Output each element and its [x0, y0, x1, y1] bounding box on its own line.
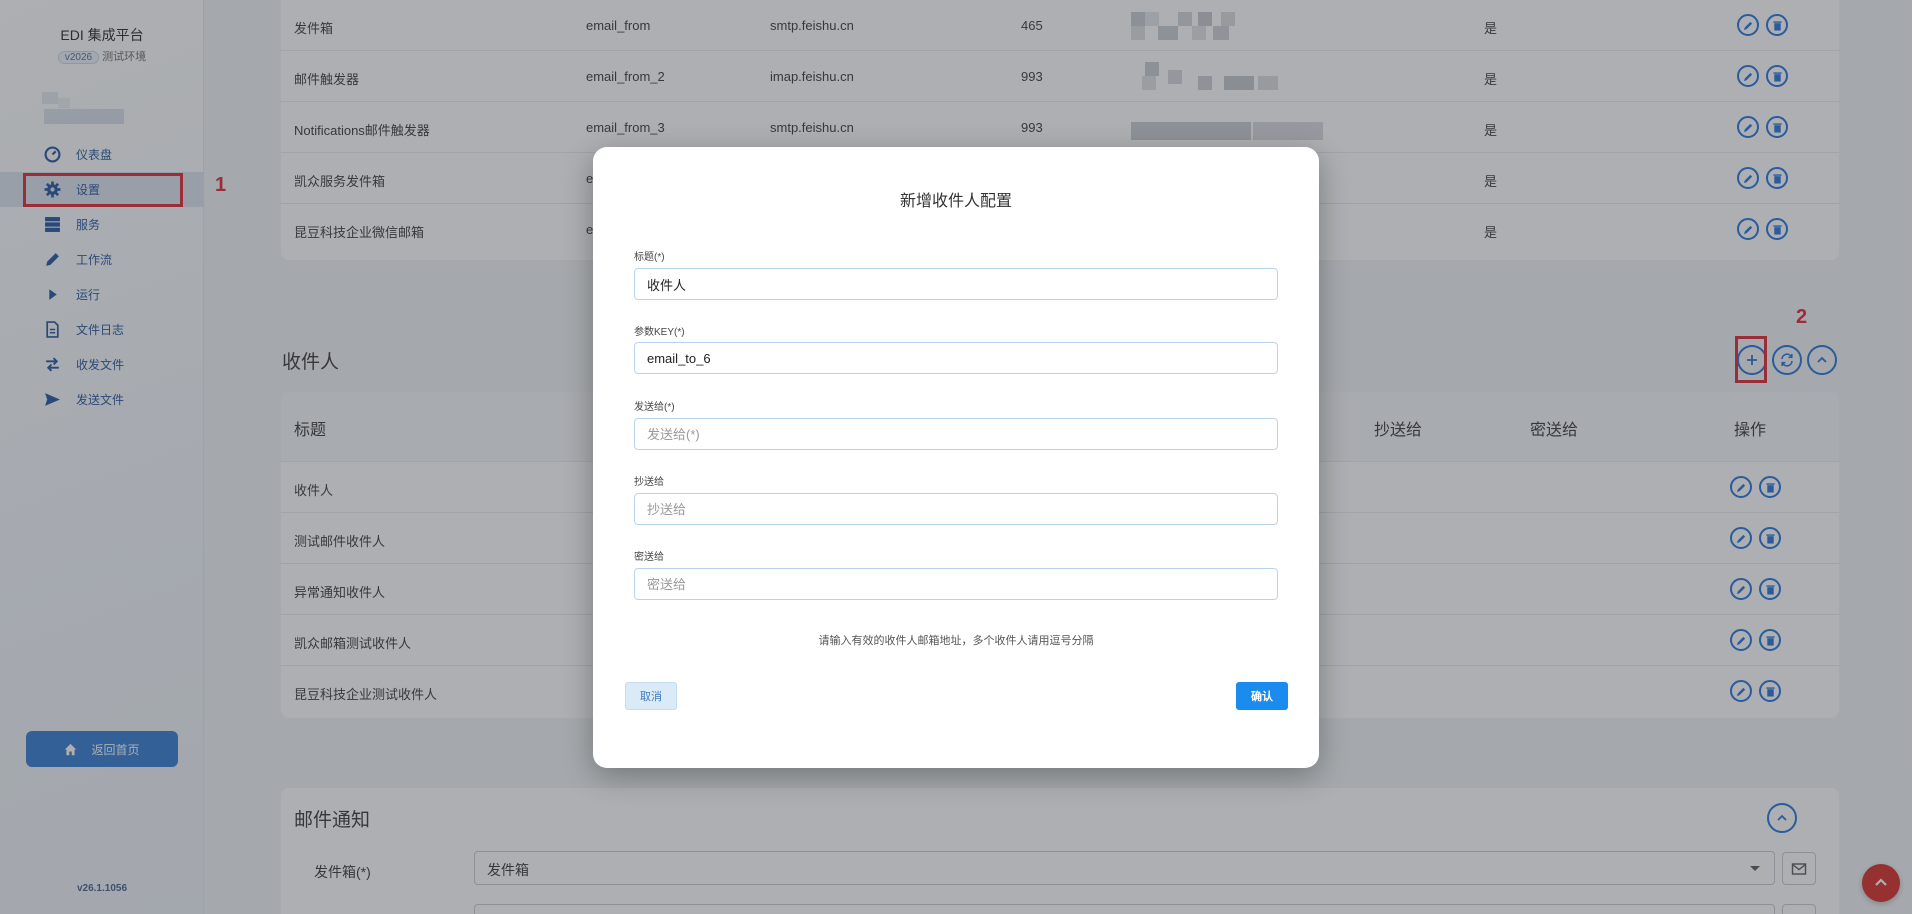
title-field-label: 标题(*) [634, 252, 665, 263]
cc-field-label: 抄送给 [634, 477, 664, 488]
cancel-button[interactable]: 取消 [625, 682, 677, 710]
confirm-button[interactable]: 确认 [1236, 682, 1288, 710]
bcc-field-label: 密送给 [634, 552, 664, 563]
to-input[interactable] [634, 418, 1278, 450]
key-input[interactable] [634, 342, 1278, 374]
cc-input[interactable] [634, 493, 1278, 525]
bcc-input[interactable] [634, 568, 1278, 600]
to-field-label: 发送给(*) [634, 402, 675, 413]
dialog-hint: 请输入有效的收件人邮箱地址，多个收件人请用逗号分隔 [818, 635, 1094, 647]
title-input[interactable] [634, 268, 1278, 300]
dialog-title: 新增收件人配置 [899, 193, 1012, 210]
key-field-label: 参数KEY(*) [634, 327, 685, 338]
add-recipient-dialog: 新增收件人配置 标题(*) 参数KEY(*) 发送给(*) 抄送给 密送给 请输… [593, 147, 1319, 768]
